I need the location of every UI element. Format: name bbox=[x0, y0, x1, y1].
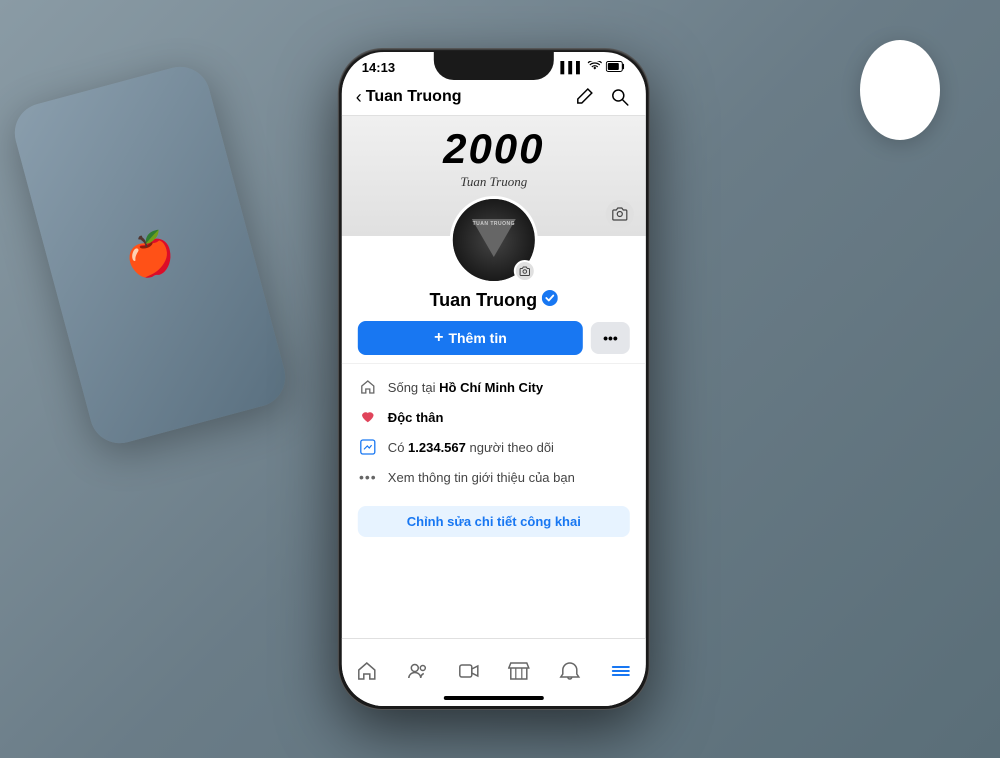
more-button[interactable]: ••• bbox=[591, 322, 630, 354]
nav-icons bbox=[572, 85, 632, 109]
cover-signature: Tuan Truong bbox=[460, 174, 527, 190]
avatar-text: TUAN TRUONG bbox=[473, 221, 515, 227]
nav-notification[interactable] bbox=[544, 652, 595, 682]
bg-phone-left: 🍎 bbox=[8, 60, 292, 450]
heart-icon bbox=[358, 407, 378, 427]
action-buttons: + Thêm tin ••• bbox=[358, 321, 630, 355]
add-info-label: Thêm tin bbox=[448, 330, 506, 346]
nav-title: Tuan Truong bbox=[366, 88, 462, 106]
wifi-icon bbox=[588, 61, 602, 74]
nav-bar: ‹ Tuan Truong bbox=[342, 79, 646, 116]
status-icons: ▌▌▌ bbox=[560, 61, 625, 75]
nav-home[interactable] bbox=[342, 652, 393, 682]
edit-icon[interactable] bbox=[572, 85, 596, 109]
cover-year-text: 2000 bbox=[443, 128, 544, 170]
nav-menu[interactable] bbox=[595, 652, 646, 682]
search-icon[interactable] bbox=[608, 85, 632, 109]
add-info-button[interactable]: + Thêm tin bbox=[358, 321, 583, 355]
avatar-container: TUAN TRUONG bbox=[450, 196, 538, 284]
avatar-camera-button[interactable] bbox=[514, 260, 536, 282]
location-text: Sống tại Hồ Chí Minh City bbox=[388, 380, 543, 395]
apple-logo: 🍎 bbox=[120, 226, 180, 284]
phone-container: 14:13 ▌▌▌ bbox=[339, 49, 649, 709]
phone-frame: 14:13 ▌▌▌ bbox=[339, 49, 649, 709]
nav-back-button[interactable]: ‹ Tuan Truong bbox=[356, 87, 572, 108]
nav-friends[interactable] bbox=[392, 652, 443, 682]
info-row-followers: Có 1.234.567 người theo dõi bbox=[358, 432, 630, 462]
add-info-icon: + bbox=[434, 329, 443, 347]
bg-airpods bbox=[860, 40, 940, 140]
info-row-location: Sống tại Hồ Chí Minh City bbox=[358, 372, 630, 402]
back-chevron-icon: ‹ bbox=[356, 87, 362, 108]
nav-marketplace[interactable] bbox=[494, 652, 545, 682]
followers-text: Có 1.234.567 người theo dõi bbox=[388, 440, 554, 455]
relationship-text: Độc thân bbox=[388, 410, 444, 425]
home-icon bbox=[358, 377, 378, 397]
more-info-icon: ••• bbox=[358, 467, 378, 487]
phone-screen: 14:13 ▌▌▌ bbox=[342, 52, 646, 706]
info-row-status: Độc thân bbox=[358, 402, 630, 432]
notch bbox=[434, 52, 554, 80]
profile-name-row: Tuan Truong bbox=[429, 290, 558, 311]
profile-name: Tuan Truong bbox=[429, 290, 537, 311]
view-intro-text: Xem thông tin giới thiệu của bạn bbox=[388, 470, 575, 485]
more-icon: ••• bbox=[603, 330, 618, 346]
status-time: 14:13 bbox=[362, 60, 395, 75]
edit-public-button[interactable]: Chỉnh sửa chi tiết công khai bbox=[358, 506, 630, 537]
battery-icon bbox=[606, 61, 626, 75]
cover-camera-button[interactable] bbox=[606, 200, 634, 228]
home-indicator bbox=[444, 696, 544, 700]
verified-badge-icon bbox=[542, 290, 558, 311]
info-section: Sống tại Hồ Chí Minh City Độc thân bbox=[342, 363, 646, 500]
nav-video[interactable] bbox=[443, 652, 494, 682]
followers-icon bbox=[358, 437, 378, 457]
signal-icon: ▌▌▌ bbox=[560, 62, 583, 74]
profile-section: TUAN TRUONG Tuan Truong bbox=[342, 236, 646, 363]
info-row-more[interactable]: ••• Xem thông tin giới thiệu của bạn bbox=[358, 462, 630, 492]
scene: 🍎 14:13 ▌▌▌ bbox=[0, 0, 1000, 758]
